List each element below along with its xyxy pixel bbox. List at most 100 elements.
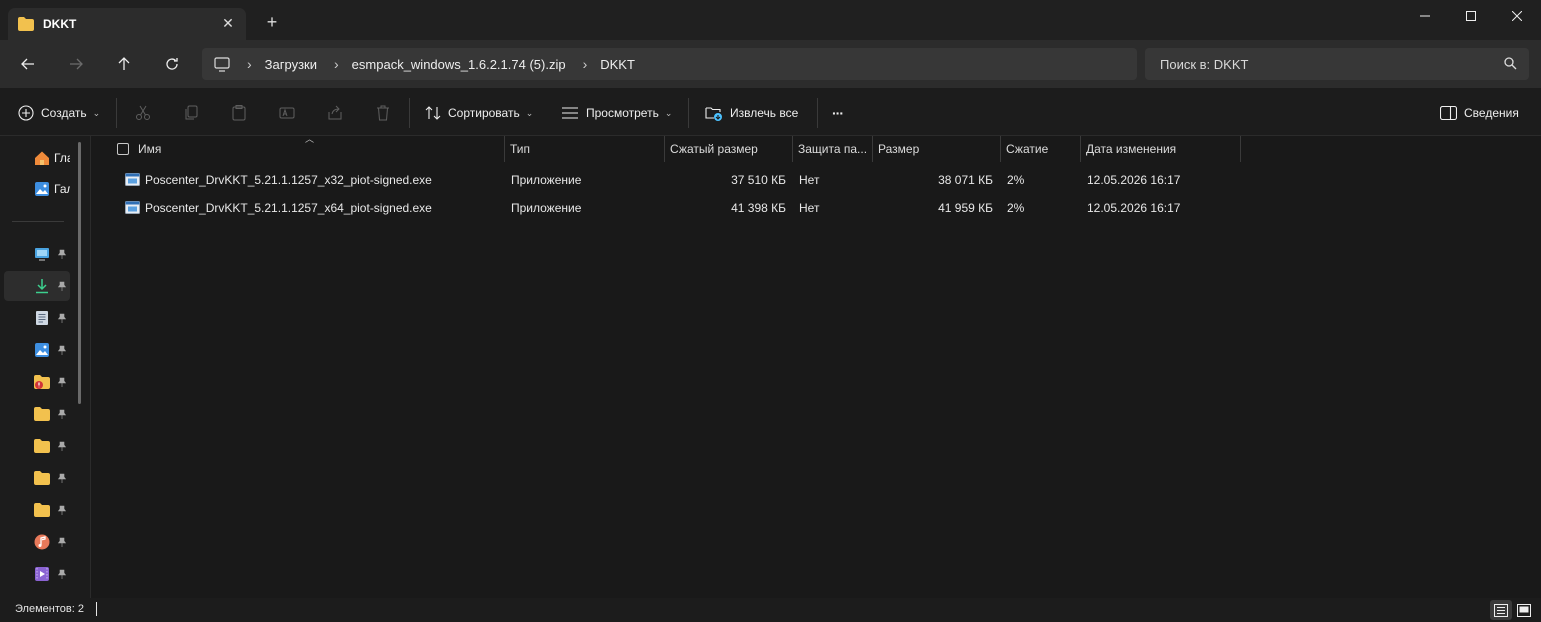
- folder-icon: [34, 471, 50, 485]
- application-icon: [125, 201, 140, 214]
- select-all-checkbox[interactable]: [117, 143, 129, 155]
- minimize-button[interactable]: [1402, 0, 1448, 32]
- column-divider[interactable]: [1000, 136, 1001, 162]
- sidebar-item-label: Главная: [54, 151, 70, 165]
- tab-title: DKKT: [43, 17, 77, 31]
- details-view-button[interactable]: [1490, 600, 1512, 620]
- application-icon: [125, 173, 140, 186]
- pin-icon: [57, 281, 67, 294]
- column-header[interactable]: Имя: [138, 136, 161, 162]
- close-tab-icon[interactable]: ✕: [220, 15, 236, 31]
- details-button[interactable]: Сведения: [1440, 100, 1519, 126]
- sidebar-pinned-item[interactable]: [4, 559, 70, 589]
- search-icon: [1504, 57, 1517, 70]
- sidebar-pinned-item[interactable]: [4, 367, 70, 397]
- close-window-button[interactable]: [1494, 0, 1540, 32]
- column-header[interactable]: Тип: [510, 136, 530, 162]
- breadcrumb-zip[interactable]: esmpack_windows_1.6.2.1.74 (5).zip: [352, 57, 566, 72]
- sidebar-pinned-item[interactable]: [4, 463, 70, 493]
- videos-icon: [35, 567, 49, 581]
- column-divider[interactable]: [792, 136, 793, 162]
- column-header[interactable]: Защита па...: [798, 136, 867, 162]
- title-bar: DKKT ✕ +: [0, 0, 1541, 40]
- maximize-icon: [1466, 11, 1476, 21]
- back-button[interactable]: [12, 50, 44, 78]
- folder-icon: [34, 407, 50, 421]
- plus-circle-icon: [18, 105, 34, 121]
- sidebar-item-home[interactable]: Главная: [4, 143, 70, 173]
- cut-button[interactable]: [133, 103, 153, 123]
- file-size: 38 071 КБ: [938, 173, 993, 187]
- forward-button[interactable]: [60, 50, 92, 78]
- copy-button[interactable]: [181, 103, 201, 123]
- details-pane-icon: [1440, 106, 1457, 120]
- more-options-button[interactable]: ···: [832, 100, 844, 126]
- column-divider[interactable]: [872, 136, 873, 162]
- downloads-icon: [36, 279, 48, 294]
- paste-button[interactable]: [229, 103, 249, 123]
- music-icon: [34, 534, 50, 550]
- tab-dkkt[interactable]: DKKT ✕: [8, 8, 246, 40]
- breadcrumb-dkkt[interactable]: DKKT: [600, 57, 635, 72]
- sidebar-item-gallery[interactable]: Галерея: [4, 174, 70, 204]
- column-divider[interactable]: [1240, 136, 1241, 162]
- arrow-up-icon: [118, 57, 130, 70]
- view-list-icon: [562, 107, 578, 119]
- breadcrumb-downloads[interactable]: Загрузки: [265, 57, 317, 72]
- sort-caret-icon: ︿: [305, 134, 315, 144]
- column-divider[interactable]: [504, 136, 505, 162]
- gallery-icon: [35, 182, 49, 196]
- create-button[interactable]: Создать ⌄: [18, 100, 100, 126]
- file-size: 41 959 КБ: [938, 201, 993, 215]
- maximize-button[interactable]: [1448, 0, 1494, 32]
- date-modified: 12.05.2026 16:17: [1087, 201, 1181, 215]
- pin-icon: [57, 409, 67, 422]
- new-tab-button[interactable]: +: [262, 12, 282, 32]
- sidebar-pinned-item[interactable]: [4, 335, 70, 365]
- folder-icon: [34, 439, 50, 453]
- table-row[interactable]: Poscenter_DrvKKT_5.21.1.1257_x64_piot-si…: [117, 194, 1241, 222]
- divider: [409, 98, 410, 128]
- delete-button[interactable]: [373, 103, 393, 123]
- column-header[interactable]: Сжатие: [1006, 136, 1048, 162]
- details-label: Сведения: [1464, 106, 1519, 120]
- sidebar-pinned-item[interactable]: [4, 303, 70, 333]
- column-header[interactable]: Размер: [878, 136, 919, 162]
- column-divider[interactable]: [1080, 136, 1081, 162]
- compression-ratio: 2%: [1007, 173, 1025, 187]
- trash-icon: [377, 105, 389, 121]
- search-input[interactable]: Поиск в: DKKT: [1145, 48, 1529, 80]
- file-type: Приложение: [511, 201, 582, 215]
- sidebar-pinned-item[interactable]: [4, 239, 70, 269]
- extract-label: Извлечь все: [730, 106, 799, 120]
- extract-all-button[interactable]: Извлечь все: [705, 100, 798, 126]
- item-count: Элементов: 2: [15, 603, 84, 615]
- divider: [116, 98, 117, 128]
- share-button[interactable]: [325, 103, 345, 123]
- sidebar-pinned-item[interactable]: [4, 495, 70, 525]
- sidebar-pinned-item[interactable]: [4, 399, 70, 429]
- scissors-icon: [136, 105, 150, 120]
- divider: [12, 221, 64, 222]
- tiles-view-button[interactable]: [1513, 600, 1535, 620]
- large-icons-view-icon: [1517, 603, 1531, 617]
- column-divider[interactable]: [664, 136, 665, 162]
- address-bar[interactable]: › Загрузки › esmpack_windows_1.6.2.1.74 …: [202, 48, 1137, 80]
- sidebar-pinned-item[interactable]: [4, 271, 70, 301]
- sort-button[interactable]: Сортировать ⌄: [425, 100, 533, 126]
- refresh-button[interactable]: [156, 50, 188, 78]
- pin-icon: [57, 441, 67, 454]
- table-row[interactable]: Poscenter_DrvKKT_5.21.1.1257_x32_piot-si…: [117, 166, 1241, 194]
- view-button[interactable]: Просмотреть ⌄: [561, 100, 672, 126]
- sidebar-pinned-item[interactable]: [4, 527, 70, 557]
- pin-icon: [57, 569, 67, 582]
- details-view-icon: [1494, 603, 1508, 617]
- column-header[interactable]: Дата изменения: [1086, 136, 1176, 162]
- breadcrumb-separator: ›: [247, 56, 252, 72]
- sidebar-pinned-item[interactable]: [4, 431, 70, 461]
- scrollbar[interactable]: [78, 142, 81, 404]
- compressed-size: 37 510 КБ: [731, 173, 786, 187]
- column-header[interactable]: Сжатый размер: [670, 136, 758, 162]
- up-button[interactable]: [108, 50, 140, 78]
- rename-button[interactable]: [277, 103, 297, 123]
